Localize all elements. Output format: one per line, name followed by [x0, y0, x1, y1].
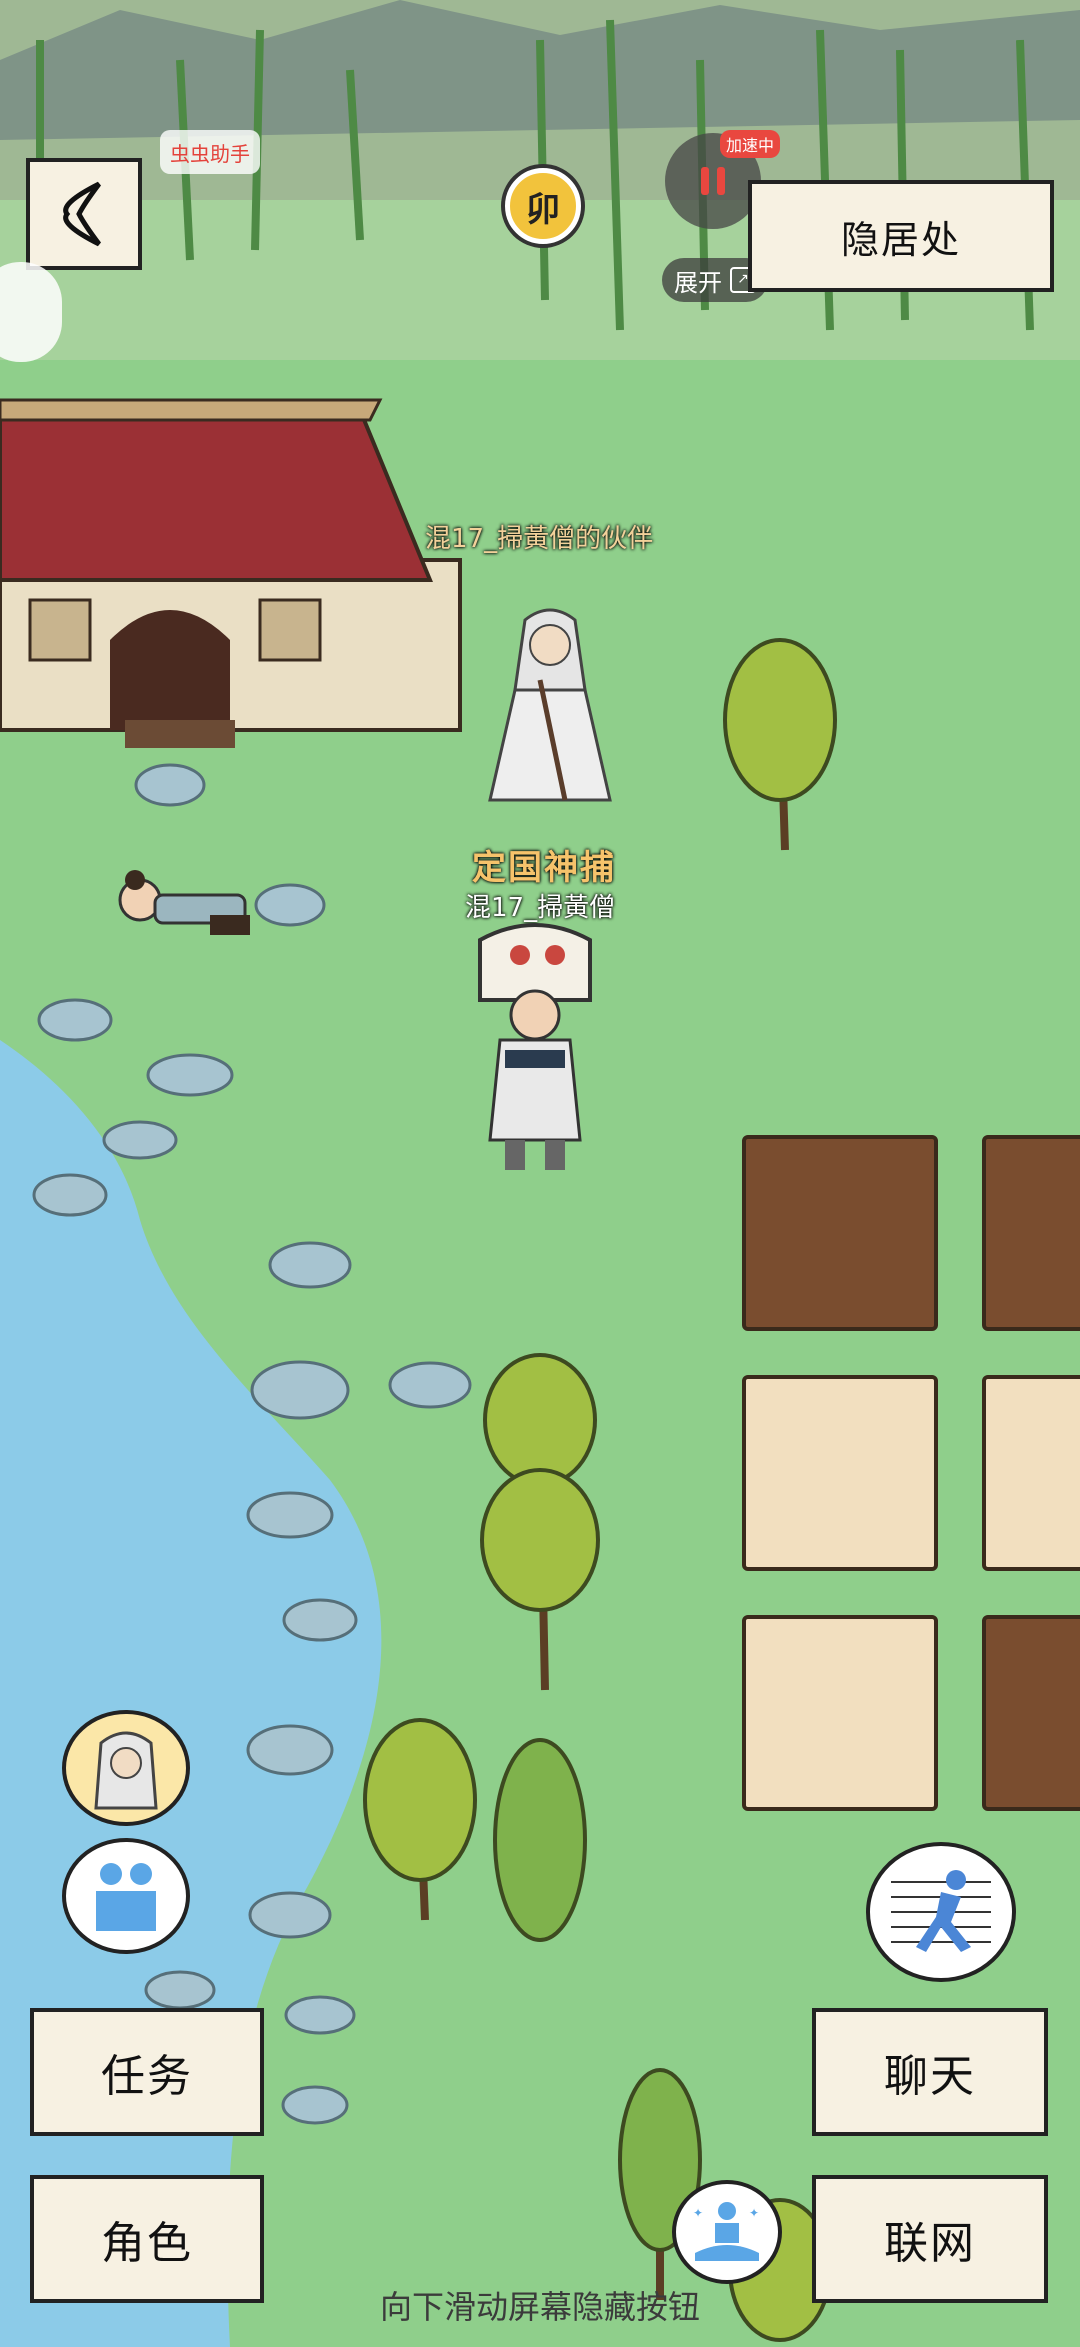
meditate-icon: ✦ ✦ [693, 2202, 759, 2261]
fallen-npc-sprite[interactable] [105, 860, 255, 970]
svg-text:✦: ✦ [749, 2206, 759, 2220]
location-panel[interactable]: 隐居处 [748, 180, 1054, 292]
character-label: 角色 [101, 2218, 193, 2269]
player-name: 混17_掃黃僧 [465, 893, 616, 923]
helper-app-badge[interactable]: 虫虫助手 [160, 130, 260, 174]
svg-text:✦: ✦ [693, 2206, 703, 2220]
quest-button[interactable]: 任务 [30, 2008, 264, 2136]
party-button[interactable] [62, 1838, 190, 1954]
farm-plot-empty-1[interactable] [742, 1375, 938, 1571]
quest-label: 任务 [101, 2051, 193, 2102]
companion-avatar-icon [94, 1731, 158, 1810]
chat-label: 聊天 [884, 2051, 976, 2102]
expand-label: 展开 [674, 268, 722, 297]
farm-plot-planted-1[interactable] [742, 1135, 938, 1331]
location-name: 隐居处 [840, 217, 961, 262]
speed-badge: 加速中 [720, 130, 781, 158]
time-emblem-text: 卯 [526, 189, 560, 230]
floating-side-widget[interactable] [0, 262, 62, 362]
player-title: 定国神捕 [472, 848, 616, 888]
companion-sprite[interactable] [470, 600, 630, 820]
back-button[interactable] [26, 158, 142, 270]
chat-button[interactable]: 聊天 [812, 2008, 1048, 2136]
farm-plot-planted-3[interactable] [982, 1615, 1080, 1811]
farm-plot-empty-2[interactable] [982, 1375, 1080, 1571]
time-emblem: 卯 [505, 168, 581, 244]
meditate-button[interactable]: ✦ ✦ [672, 2180, 782, 2284]
player-sprite[interactable] [460, 920, 610, 1180]
network-label: 联网 [884, 2218, 976, 2269]
run-toggle-button[interactable] [866, 1842, 1016, 1982]
back-arrow-icon [63, 181, 102, 247]
farm-plot-planted-2[interactable] [982, 1135, 1080, 1331]
pause-icon [701, 167, 725, 195]
companion-name: 混17_掃黃僧的伙伴 [425, 524, 654, 554]
run-icon [891, 1870, 991, 1952]
party-icon [96, 1863, 156, 1931]
hide-buttons-hint: 向下滑动屏幕隐藏按钮 [379, 2288, 700, 2326]
helper-label: 虫虫助手 [170, 141, 250, 166]
farm-plot-empty-3[interactable] [742, 1615, 938, 1811]
companion-avatar-button[interactable] [62, 1710, 190, 1826]
